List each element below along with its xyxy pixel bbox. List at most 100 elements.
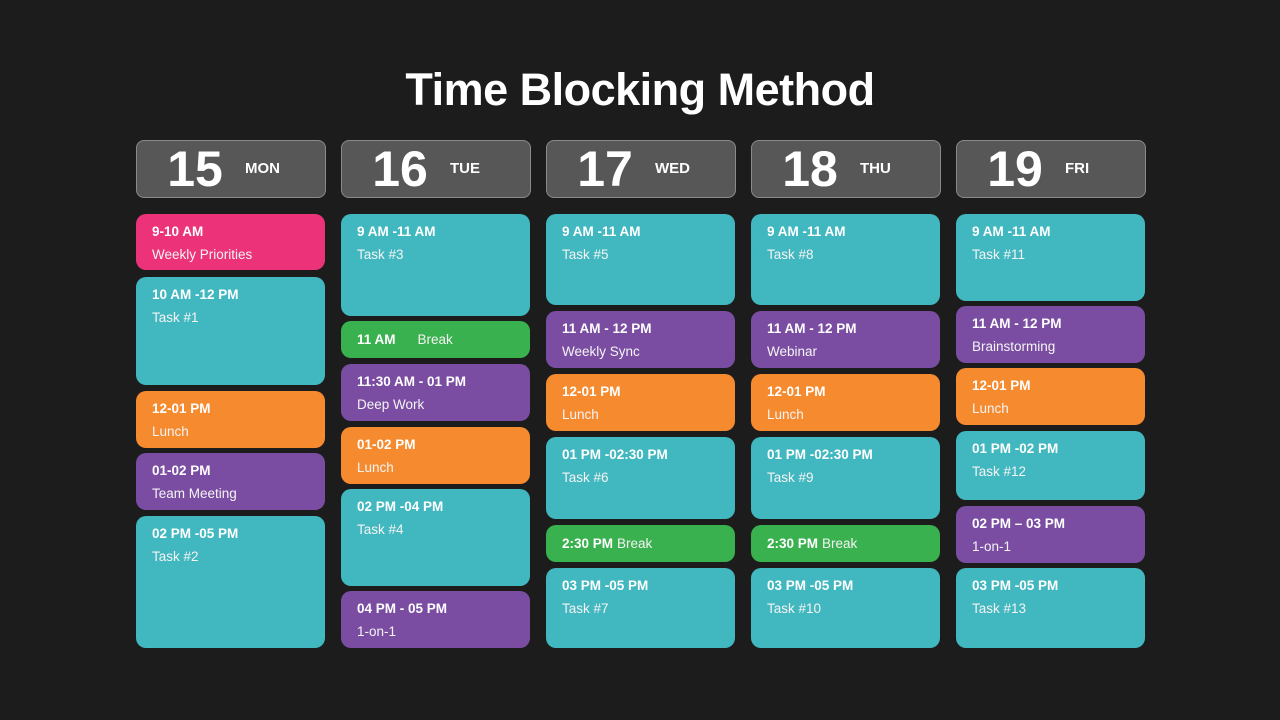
time-block[interactable]: 03 PM -05 PM Task #7: [546, 568, 735, 648]
day-name: TUE: [450, 160, 480, 177]
day-column-wed: 17 WED 9 AM -11 AM Task #5 11 AM - 12 PM…: [546, 140, 736, 650]
break-block[interactable]: 11 AM Break: [341, 321, 530, 358]
block-label: Lunch: [562, 407, 599, 422]
block-label: Task #1: [152, 310, 199, 325]
block-label: Brainstorming: [972, 339, 1056, 354]
day-header: 17 WED: [546, 140, 736, 198]
block-label: Weekly Sync: [562, 344, 640, 359]
block-label: Lunch: [767, 407, 804, 422]
day-column-tue: 16 TUE 9 AM -11 AM Task #3 11 AM Break 1…: [341, 140, 531, 650]
block-time: 01-02 PM: [357, 437, 416, 452]
block-time: 01 PM -02:30 PM: [562, 447, 668, 462]
block-label: Deep Work: [357, 397, 425, 412]
block-time: 01 PM -02:30 PM: [767, 447, 873, 462]
block-time: 02 PM -05 PM: [152, 526, 239, 541]
time-block[interactable]: 9 AM -11 AM Task #3: [341, 214, 530, 316]
block-label: Task #4: [357, 522, 404, 537]
time-block[interactable]: 03 PM -05 PM Task #10: [751, 568, 940, 648]
block-label: Lunch: [972, 401, 1009, 416]
block-label: Webinar: [767, 344, 818, 359]
time-block[interactable]: 9 AM -11 AM Task #5: [546, 214, 735, 305]
block-time: 12-01 PM: [152, 401, 211, 416]
block-time: 03 PM -05 PM: [972, 578, 1059, 593]
time-block[interactable]: 9 AM -11 AM Task #8: [751, 214, 940, 305]
block-time: 11 AM - 12 PM: [767, 321, 857, 336]
block-label: Task #13: [972, 601, 1027, 616]
block-time: 9 AM -11 AM: [972, 224, 1051, 239]
page-title: Time Blocking Method: [405, 64, 875, 115]
time-block[interactable]: 12-01 PM Lunch: [956, 368, 1145, 425]
day-name: THU: [860, 160, 891, 177]
break-block[interactable]: 2:30 PM Break: [751, 525, 940, 562]
time-block[interactable]: 10 AM -12 PM Task #1: [136, 277, 325, 385]
day-name: WED: [655, 160, 690, 177]
block-time: 11 AM - 12 PM: [972, 316, 1062, 331]
time-block[interactable]: 04 PM - 05 PM 1-on-1: [341, 591, 530, 648]
time-block[interactable]: 9 AM -11 AM Task #11: [956, 214, 1145, 301]
block-label: Task #10: [767, 601, 822, 616]
block-time: 01 PM -02 PM: [972, 441, 1059, 456]
block-time: 03 PM -05 PM: [767, 578, 854, 593]
block-time: 9 AM -11 AM: [767, 224, 846, 239]
break-block[interactable]: 2:30 PM Break: [546, 525, 735, 562]
time-block[interactable]: 02 PM – 03 PM 1-on-1: [956, 506, 1145, 563]
block-time: 10 AM -12 PM: [152, 287, 239, 302]
block-time: 2:30 PM: [562, 535, 614, 551]
time-block[interactable]: 01-02 PM Team Meeting: [136, 453, 325, 510]
time-block[interactable]: 03 PM -05 PM Task #13: [956, 568, 1145, 648]
block-label: Team Meeting: [152, 486, 237, 501]
day-column-mon: 15 MON 9-10 AM Weekly Priorities 10 AM -…: [136, 140, 326, 650]
block-time: 04 PM - 05 PM: [357, 601, 448, 616]
block-time: 12-01 PM: [972, 378, 1031, 393]
block-time: 11 AM: [357, 331, 396, 347]
block-label: Task #11: [972, 247, 1026, 262]
block-label: 1-on-1: [972, 539, 1012, 554]
time-block[interactable]: 11 AM - 12 PM Webinar: [751, 311, 940, 368]
time-block[interactable]: 11:30 AM - 01 PM Deep Work: [341, 364, 530, 421]
block-time: 9-10 AM: [152, 224, 204, 239]
day-name: FRI: [1065, 160, 1090, 177]
time-block[interactable]: 02 PM -05 PM Task #2: [136, 516, 325, 648]
block-time: 2:30 PM: [767, 535, 819, 551]
time-block[interactable]: 12-01 PM Lunch: [546, 374, 735, 431]
block-time: 9 AM -11 AM: [357, 224, 436, 239]
block-time: 9 AM -11 AM: [562, 224, 641, 239]
block-label: Lunch: [357, 460, 394, 475]
time-block[interactable]: 01 PM -02:30 PM Task #9: [751, 437, 940, 519]
block-label: Task #9: [767, 470, 814, 485]
time-block[interactable]: 9-10 AM Weekly Priorities: [136, 214, 325, 270]
block-label: Task #5: [562, 247, 609, 262]
block-label: Task #8: [767, 247, 814, 262]
block-label: Task #2: [152, 549, 199, 564]
day-header: 16 TUE: [341, 140, 531, 198]
block-time: 12-01 PM: [562, 384, 621, 399]
block-label: Task #12: [972, 464, 1027, 479]
time-block[interactable]: 12-01 PM Lunch: [136, 391, 325, 448]
time-block[interactable]: 02 PM -04 PM Task #4: [341, 489, 530, 586]
block-label: Lunch: [152, 424, 189, 439]
block-time: 02 PM -04 PM: [357, 499, 444, 514]
block-label: Break: [617, 535, 653, 551]
block-label: 1-on-1: [357, 624, 397, 639]
block-time: 03 PM -05 PM: [562, 578, 649, 593]
time-block[interactable]: 11 AM - 12 PM Weekly Sync: [546, 311, 735, 368]
block-time: 11:30 AM - 01 PM: [357, 374, 467, 389]
day-column-fri: 19 FRI 9 AM -11 AM Task #11 11 AM - 12 P…: [956, 140, 1146, 650]
day-column-thu: 18 THU 9 AM -11 AM Task #8 11 AM - 12 PM…: [751, 140, 941, 650]
time-block[interactable]: 01 PM -02:30 PM Task #6: [546, 437, 735, 519]
block-time: 11 AM - 12 PM: [562, 321, 652, 336]
block-label: Weekly Priorities: [152, 247, 253, 262]
time-block[interactable]: 01 PM -02 PM Task #12: [956, 431, 1145, 500]
day-number: 18: [782, 141, 838, 197]
block-time: 01-02 PM: [152, 463, 211, 478]
time-block[interactable]: 11 AM - 12 PM Brainstorming: [956, 306, 1145, 363]
day-number: 16: [372, 141, 428, 197]
day-number: 19: [987, 141, 1043, 197]
block-label: Break: [417, 331, 453, 347]
day-number: 15: [167, 141, 223, 197]
block-label: Task #3: [357, 247, 404, 262]
block-label: Break: [822, 535, 858, 551]
time-block[interactable]: 01-02 PM Lunch: [341, 427, 530, 484]
time-block[interactable]: 12-01 PM Lunch: [751, 374, 940, 431]
block-time: 12-01 PM: [767, 384, 826, 399]
